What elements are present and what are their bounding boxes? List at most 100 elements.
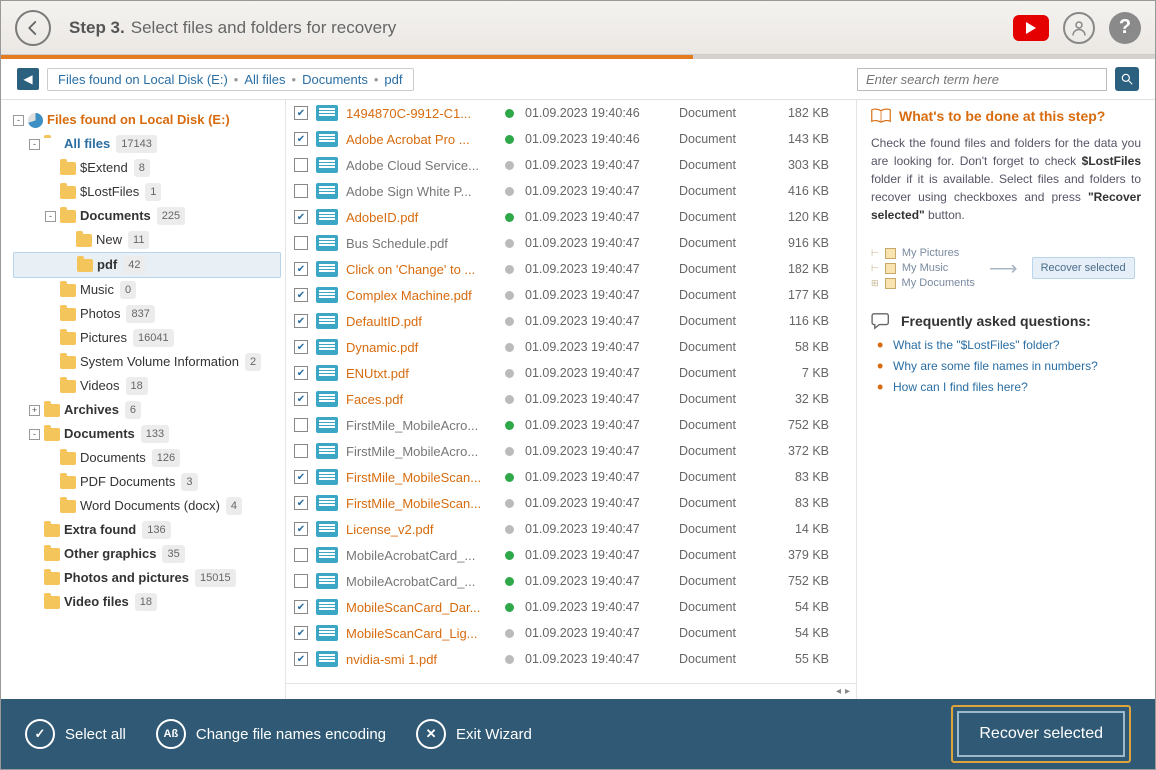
- file-row[interactable]: Adobe Sign White P...01.09.2023 19:40:47…: [286, 178, 856, 204]
- tree-item[interactable]: $LostFiles1: [13, 180, 281, 204]
- tree-toggle[interactable]: -: [45, 211, 56, 222]
- tree-item[interactable]: Word Documents (docx)4: [13, 494, 281, 518]
- search-button[interactable]: [1115, 67, 1139, 91]
- faq-link[interactable]: Why are some file names in numbers?: [877, 359, 1141, 373]
- file-checkbox[interactable]: [294, 522, 308, 536]
- file-row[interactable]: nvidia-smi 1.pdf01.09.2023 19:40:47Docum…: [286, 646, 856, 672]
- file-checkbox[interactable]: [294, 106, 308, 120]
- file-checkbox[interactable]: [294, 392, 308, 406]
- tree-item[interactable]: New11: [13, 228, 281, 252]
- file-row[interactable]: Dynamic.pdf01.09.2023 19:40:47Document58…: [286, 334, 856, 360]
- tree-item[interactable]: pdf42: [13, 252, 281, 278]
- file-checkbox[interactable]: [294, 548, 308, 562]
- file-row[interactable]: FirstMile_MobileAcro...01.09.2023 19:40:…: [286, 438, 856, 464]
- file-row[interactable]: AdobeID.pdf01.09.2023 19:40:47Document12…: [286, 204, 856, 230]
- file-row[interactable]: MobileScanCard_Lig...01.09.2023 19:40:47…: [286, 620, 856, 646]
- folder-icon: [44, 572, 60, 585]
- file-checkbox[interactable]: [294, 652, 308, 666]
- breadcrumb[interactable]: Files found on Local Disk (E:)•All files…: [47, 68, 414, 91]
- file-checkbox[interactable]: [294, 184, 308, 198]
- file-row[interactable]: DefaultID.pdf01.09.2023 19:40:47Document…: [286, 308, 856, 334]
- file-checkbox[interactable]: [294, 600, 308, 614]
- file-checkbox[interactable]: [294, 288, 308, 302]
- file-row[interactable]: 1494870C-9912-C1...01.09.2023 19:40:46Do…: [286, 100, 856, 126]
- file-row[interactable]: FirstMile_MobileScan...01.09.2023 19:40:…: [286, 464, 856, 490]
- tree-item[interactable]: Other graphics35: [13, 542, 281, 566]
- tree-item[interactable]: Pictures16041: [13, 326, 281, 350]
- recover-selected-button[interactable]: Recover selected: [957, 711, 1125, 757]
- search-input[interactable]: [857, 68, 1107, 91]
- file-checkbox[interactable]: [294, 626, 308, 640]
- tree-item[interactable]: Video files18: [13, 590, 281, 614]
- tree-item[interactable]: -All files17143: [13, 132, 281, 156]
- file-row[interactable]: MobileAcrobatCard_...01.09.2023 19:40:47…: [286, 542, 856, 568]
- file-date: 01.09.2023 19:40:47: [525, 652, 671, 666]
- file-checkbox[interactable]: [294, 314, 308, 328]
- back-button[interactable]: [15, 10, 51, 46]
- file-checkbox[interactable]: [294, 470, 308, 484]
- tree-item[interactable]: +Archives6: [13, 398, 281, 422]
- file-size: 379 KB: [769, 548, 829, 562]
- faq-link[interactable]: What is the "$LostFiles" folder?: [877, 338, 1141, 352]
- tree-item[interactable]: -Documents225: [13, 204, 281, 228]
- tree-toggle[interactable]: -: [13, 115, 24, 126]
- breadcrumb-part[interactable]: All files: [244, 72, 285, 87]
- file-checkbox[interactable]: [294, 444, 308, 458]
- encoding-button[interactable]: Aß Change file names encoding: [156, 719, 386, 749]
- file-checkbox[interactable]: [294, 210, 308, 224]
- file-row[interactable]: Faces.pdf01.09.2023 19:40:47Document32 K…: [286, 386, 856, 412]
- file-checkbox[interactable]: [294, 236, 308, 250]
- file-checkbox[interactable]: [294, 340, 308, 354]
- breadcrumb-part[interactable]: Documents: [302, 72, 368, 87]
- file-row[interactable]: MobileScanCard_Dar...01.09.2023 19:40:47…: [286, 594, 856, 620]
- tree-item[interactable]: Photos and pictures15015: [13, 566, 281, 590]
- file-row[interactable]: License_v2.pdf01.09.2023 19:40:47Documen…: [286, 516, 856, 542]
- file-row[interactable]: Adobe Acrobat Pro ...01.09.2023 19:40:46…: [286, 126, 856, 152]
- breadcrumb-back-button[interactable]: ◀: [17, 68, 39, 90]
- file-row[interactable]: Bus Schedule.pdf01.09.2023 19:40:47Docum…: [286, 230, 856, 256]
- tree-item[interactable]: System Volume Information2: [13, 350, 281, 374]
- count-badge: 16041: [133, 329, 174, 347]
- file-checkbox[interactable]: [294, 496, 308, 510]
- help-icon[interactable]: ?: [1109, 12, 1141, 44]
- breadcrumb-part[interactable]: pdf: [384, 72, 402, 87]
- tree-toggle[interactable]: +: [29, 405, 40, 416]
- tree-item[interactable]: Videos18: [13, 374, 281, 398]
- tree-toggle[interactable]: -: [29, 429, 40, 440]
- file-checkbox[interactable]: [294, 574, 308, 588]
- file-checkbox[interactable]: [294, 418, 308, 432]
- file-list[interactable]: 1494870C-9912-C1...01.09.2023 19:40:46Do…: [286, 100, 856, 683]
- file-row[interactable]: Adobe Cloud Service...01.09.2023 19:40:4…: [286, 152, 856, 178]
- file-row[interactable]: FirstMile_MobileAcro...01.09.2023 19:40:…: [286, 412, 856, 438]
- faq-link[interactable]: How can I find files here?: [877, 380, 1141, 394]
- breadcrumb-part[interactable]: Files found on Local Disk (E:): [58, 72, 228, 87]
- tree-item[interactable]: Photos837: [13, 302, 281, 326]
- file-row[interactable]: ENUtxt.pdf01.09.2023 19:40:47Document7 K…: [286, 360, 856, 386]
- folder-icon: [60, 308, 76, 321]
- tree-item[interactable]: Music0: [13, 278, 281, 302]
- exit-wizard-button[interactable]: ✕ Exit Wizard: [416, 719, 532, 749]
- tree-toggle[interactable]: -: [29, 139, 40, 150]
- tree-item[interactable]: -Files found on Local Disk (E:): [13, 108, 281, 132]
- tree-pane[interactable]: -Files found on Local Disk (E:)-All file…: [1, 100, 286, 699]
- tree-item[interactable]: PDF Documents3: [13, 470, 281, 494]
- user-icon[interactable]: [1063, 12, 1095, 44]
- file-checkbox[interactable]: [294, 262, 308, 276]
- tree-item[interactable]: -Documents133: [13, 422, 281, 446]
- file-checkbox[interactable]: [294, 158, 308, 172]
- tree-item[interactable]: $Extend8: [13, 156, 281, 180]
- file-icon: [316, 131, 338, 147]
- file-row[interactable]: Complex Machine.pdf01.09.2023 19:40:47Do…: [286, 282, 856, 308]
- file-row[interactable]: Click on 'Change' to ...01.09.2023 19:40…: [286, 256, 856, 282]
- folder-icon: [76, 234, 92, 247]
- file-row[interactable]: MobileAcrobatCard_...01.09.2023 19:40:47…: [286, 568, 856, 594]
- file-row[interactable]: FirstMile_MobileScan...01.09.2023 19:40:…: [286, 490, 856, 516]
- file-checkbox[interactable]: [294, 132, 308, 146]
- select-all-button[interactable]: ✓ Select all: [25, 719, 126, 749]
- tree-item[interactable]: Documents126: [13, 446, 281, 470]
- file-size: 55 KB: [769, 652, 829, 666]
- youtube-icon[interactable]: [1013, 15, 1049, 41]
- file-pane: 1494870C-9912-C1...01.09.2023 19:40:46Do…: [286, 100, 857, 699]
- file-checkbox[interactable]: [294, 366, 308, 380]
- tree-item[interactable]: Extra found136: [13, 518, 281, 542]
